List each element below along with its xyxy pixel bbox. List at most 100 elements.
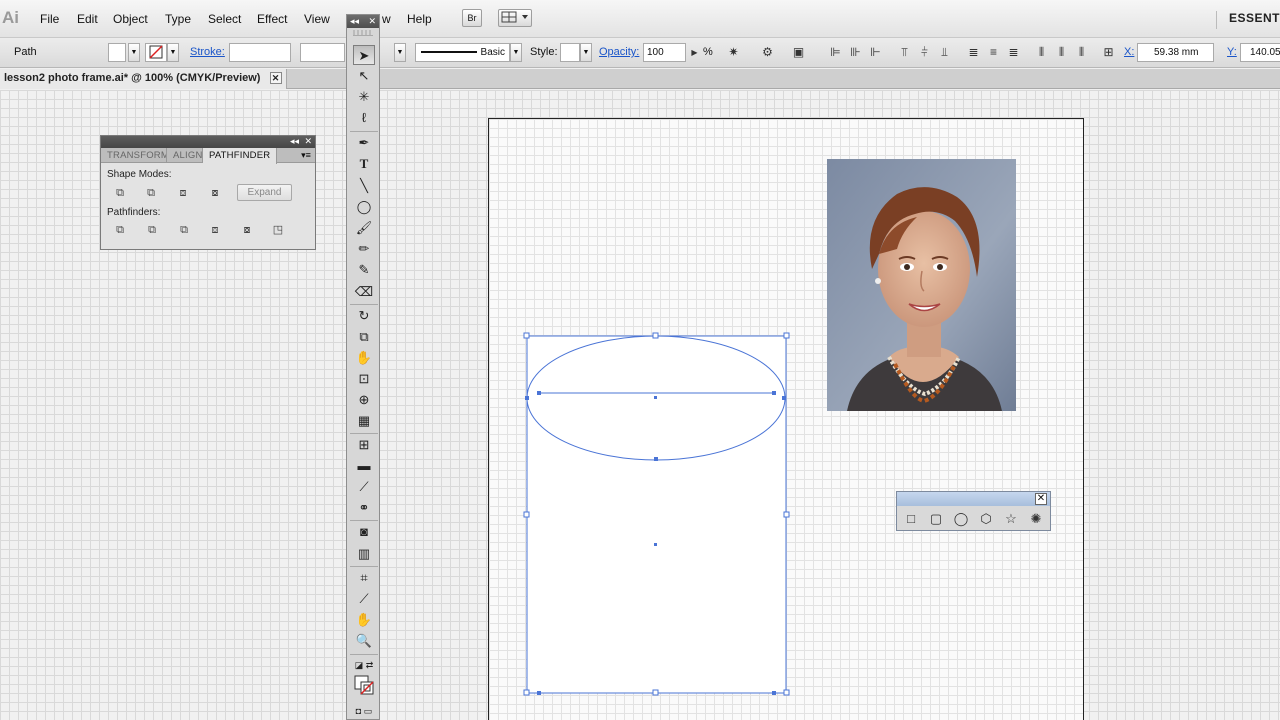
distribute-vertical-center-icon[interactable]: ≡ [986, 45, 1001, 60]
blend-tool-icon[interactable]: ⚭ [353, 498, 375, 518]
distribute-bottom-icon[interactable]: ≣ [1006, 45, 1021, 60]
type-tool-icon[interactable]: T [353, 154, 375, 174]
distribute-horizontal-center-icon[interactable]: ⦀ [1054, 45, 1069, 60]
x-field[interactable]: 59.38 mm [1137, 43, 1214, 62]
y-field[interactable]: 140.05 [1240, 43, 1280, 62]
menu-object[interactable]: Object [113, 12, 148, 26]
brush-dropdown[interactable]: ▼ [510, 43, 522, 62]
shape-builder-tool-icon[interactable]: ⊕ [353, 390, 375, 410]
reference-point-icon[interactable]: ⊞ [1101, 45, 1116, 60]
tab-transform[interactable]: TRANSFORM [101, 148, 167, 163]
default-fill-stroke-icon[interactable]: ◪ ⇄ [353, 655, 375, 675]
menu-window[interactable]: w [382, 12, 391, 26]
gradient-tool-icon[interactable]: ▬ [353, 456, 375, 476]
magic-wand-tool-icon[interactable]: ✳ [353, 87, 375, 107]
opacity-field[interactable]: 100 [643, 43, 686, 62]
align-bottom-icon[interactable]: ⫫ [937, 45, 952, 60]
tools-close-icon[interactable]: ✕ [368, 15, 376, 27]
paintbrush-tool-icon[interactable]: 🖌 [353, 218, 375, 238]
y-link[interactable]: Y: [1227, 46, 1237, 58]
crop-icon[interactable]: ⧈ [206, 221, 224, 239]
direct-selection-tool-icon[interactable]: ↖ [353, 66, 375, 86]
fill-stroke-swatches[interactable] [353, 673, 375, 699]
rectangle-tool-icon[interactable]: □ [901, 510, 921, 528]
pathfinder-close-icon[interactable]: ✕ [304, 136, 312, 147]
x-link[interactable]: X: [1124, 46, 1134, 58]
style-dropdown[interactable]: ▼ [580, 43, 592, 62]
flare-tool-icon[interactable]: ✺ [1026, 510, 1046, 528]
rotate-tool-icon[interactable]: ↻ [353, 306, 375, 326]
mesh-tool-icon[interactable]: ⊞ [353, 435, 375, 455]
trim-icon[interactable]: ⧉ [143, 221, 161, 239]
lasso-tool-icon[interactable]: ℓ [353, 108, 375, 128]
tab-align[interactable]: ALIGN [167, 148, 203, 163]
menu-help[interactable]: Help [407, 12, 432, 26]
shape-tools-panel-header[interactable]: ✕ [897, 492, 1050, 506]
free-transform-tool-icon[interactable]: ⊡ [353, 369, 375, 389]
panel-menu-icon[interactable]: ▾≡ [300, 149, 312, 161]
recolor-artwork-icon[interactable]: ✷ [726, 45, 741, 60]
profile-dropdown[interactable]: ▼ [394, 43, 406, 62]
tools-grip[interactable] [353, 30, 373, 36]
tools-panel-header[interactable]: ◂◂ ✕ [347, 15, 379, 28]
frame-rectangle[interactable] [526, 335, 787, 694]
global-edit-icon[interactable]: ⚙ [760, 45, 775, 60]
brush-field[interactable]: Basic [415, 43, 510, 62]
menu-select[interactable]: Select [208, 12, 241, 26]
stroke-weight-field[interactable] [229, 43, 291, 62]
blob-brush-tool-icon[interactable]: ✎ [353, 260, 375, 280]
align-left-icon[interactable]: ⊫ [828, 45, 843, 60]
selected-frame-shape[interactable] [518, 328, 798, 702]
menu-type[interactable]: Type [165, 12, 191, 26]
selection-tool-icon[interactable]: ➤ [353, 45, 375, 65]
eyedropper-tool-icon[interactable]: ⟋ [353, 477, 375, 497]
stroke-dropdown[interactable]: ▼ [167, 43, 179, 62]
document-tab[interactable]: lesson2 photo frame.ai* @ 100% (CMYK/Pre… [0, 69, 287, 89]
slice-tool-icon[interactable]: ⟋ [353, 589, 375, 609]
ellipse-shape-tool-icon[interactable]: ◯ [951, 510, 971, 528]
perspective-grid-tool-icon[interactable]: ▦ [353, 411, 375, 431]
line-segment-tool-icon[interactable]: ╲ [353, 176, 375, 196]
align-right-icon[interactable]: ⊩ [868, 45, 883, 60]
warp-tool-icon[interactable]: ✋ [353, 348, 375, 368]
bridge-button[interactable]: Br [462, 9, 482, 27]
scale-tool-icon[interactable]: ⧉ [353, 327, 375, 347]
shape-tools-close-icon[interactable]: ✕ [1035, 493, 1047, 505]
star-tool-icon[interactable]: ☆ [1001, 510, 1021, 528]
symbol-sprayer-tool-icon[interactable]: ◙ [353, 522, 375, 542]
color-gradient-none-icon[interactable]: ◘ ▭ ⟋ [353, 701, 375, 720]
column-graph-tool-icon[interactable]: ▥ [353, 544, 375, 564]
tab-pathfinder[interactable]: PATHFINDER [203, 148, 278, 164]
intersect-icon[interactable]: ⧈ [174, 184, 192, 202]
zoom-tool-icon[interactable]: 🔍 [353, 631, 375, 651]
stroke-link[interactable]: Stroke: [190, 46, 225, 58]
outline-icon[interactable]: ⧇ [238, 221, 256, 239]
distribute-right-icon[interactable]: ⦀ [1074, 45, 1089, 60]
polygon-tool-icon[interactable]: ⬡ [976, 510, 996, 528]
exclude-icon[interactable]: ⧇ [206, 184, 224, 202]
pathfinder-collapse-icon[interactable]: ◂◂ [290, 136, 299, 147]
menu-view[interactable]: View [304, 12, 330, 26]
eraser-tool-icon[interactable]: ⌫ [353, 282, 375, 302]
distribute-left-icon[interactable]: ⦀ [1034, 45, 1049, 60]
transform-reference-icon[interactable]: ▣ [791, 45, 806, 60]
fill-dropdown[interactable]: ▼ [128, 43, 140, 62]
menu-edit[interactable]: Edit [77, 12, 98, 26]
portrait-photo[interactable] [827, 159, 1016, 411]
artboard-tool-icon[interactable]: ⌗ [353, 568, 375, 588]
variable-width-field[interactable] [300, 43, 345, 62]
distribute-top-icon[interactable]: ≣ [966, 45, 981, 60]
style-swatch[interactable] [560, 43, 580, 62]
close-document-icon[interactable]: ✕ [269, 72, 282, 85]
divide-icon[interactable]: ⧉ [111, 221, 129, 239]
hand-tool-icon[interactable]: ✋ [353, 610, 375, 630]
tools-collapse-icon[interactable]: ◂◂ [350, 15, 359, 27]
unite-icon[interactable]: ⧉ [111, 184, 129, 202]
align-vertical-center-icon[interactable]: ⫩ [917, 45, 932, 60]
menu-effect[interactable]: Effect [257, 12, 287, 26]
opacity-arrow-icon[interactable]: ▶ [687, 45, 702, 60]
minus-back-icon[interactable]: ◳ [269, 221, 287, 239]
merge-icon[interactable]: ⧉ [175, 221, 193, 239]
fill-swatch[interactable] [108, 43, 126, 62]
align-top-icon[interactable]: ⫪ [897, 45, 912, 60]
